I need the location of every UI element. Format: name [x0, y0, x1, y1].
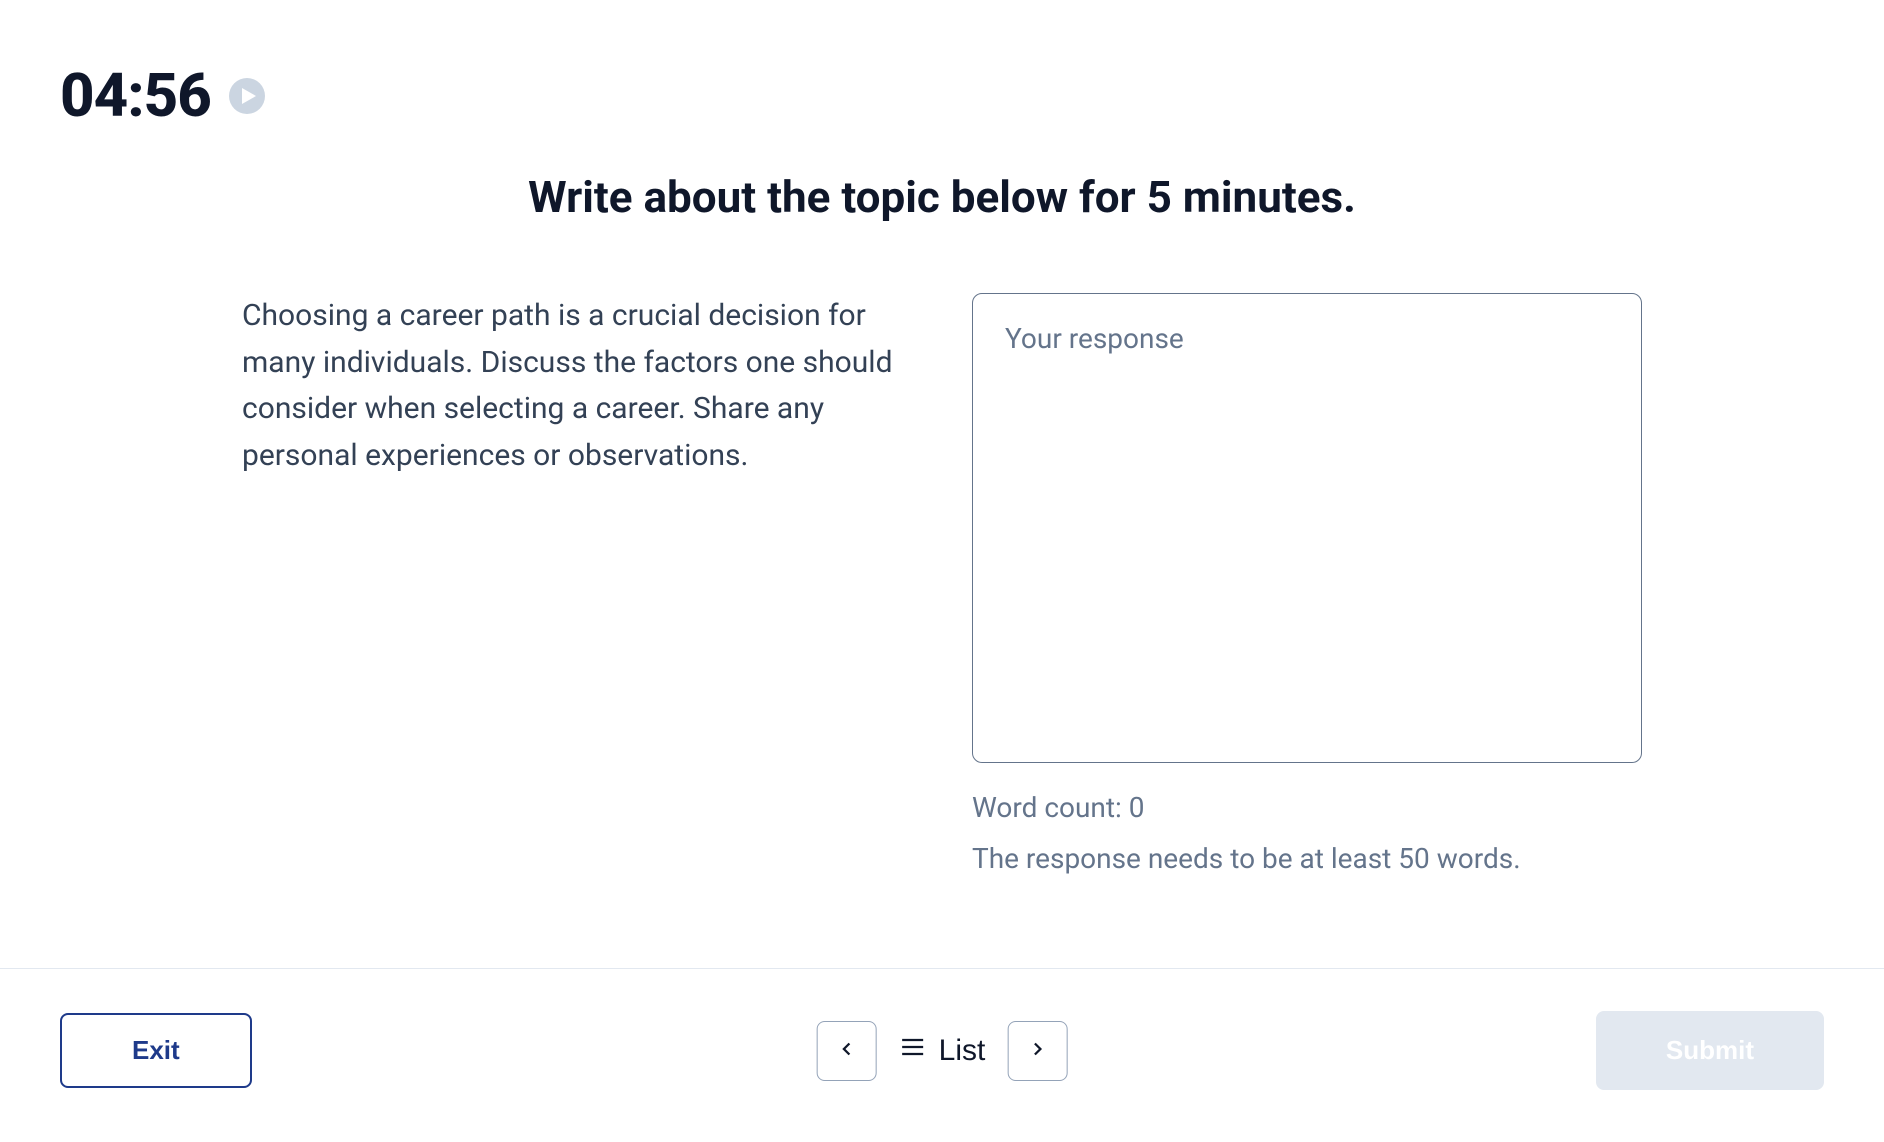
list-icon — [899, 1033, 927, 1069]
play-icon[interactable] — [229, 78, 265, 114]
min-words-note: The response needs to be at least 50 wor… — [972, 842, 1642, 875]
response-input[interactable] — [972, 293, 1642, 763]
timer-display: 04:56 — [60, 60, 211, 131]
prev-button[interactable] — [817, 1021, 877, 1081]
chevron-right-icon — [1026, 1038, 1048, 1063]
word-count-value: 0 — [1129, 791, 1145, 824]
nav-group: List — [817, 1021, 1068, 1081]
next-button[interactable] — [1007, 1021, 1067, 1081]
prompt-text: Choosing a career path is a crucial deci… — [242, 293, 912, 875]
exit-button[interactable]: Exit — [60, 1013, 252, 1088]
content-row: Choosing a career path is a crucial deci… — [182, 293, 1702, 875]
submit-button[interactable]: Submit — [1596, 1011, 1824, 1090]
instruction-heading: Write about the topic below for 5 minute… — [60, 171, 1824, 223]
response-column: Word count: 0 The response needs to be a… — [972, 293, 1642, 875]
chevron-left-icon — [836, 1038, 858, 1063]
word-count-label: Word count: — [972, 791, 1129, 824]
list-button[interactable]: List — [899, 1033, 986, 1069]
page-root: 04:56 Write about the topic below for 5 … — [0, 0, 1884, 1142]
footer-bar: Exit List Submit — [0, 968, 1884, 1142]
list-label: List — [939, 1034, 986, 1068]
timer-row: 04:56 — [60, 60, 1824, 131]
word-count: Word count: 0 — [972, 791, 1642, 824]
